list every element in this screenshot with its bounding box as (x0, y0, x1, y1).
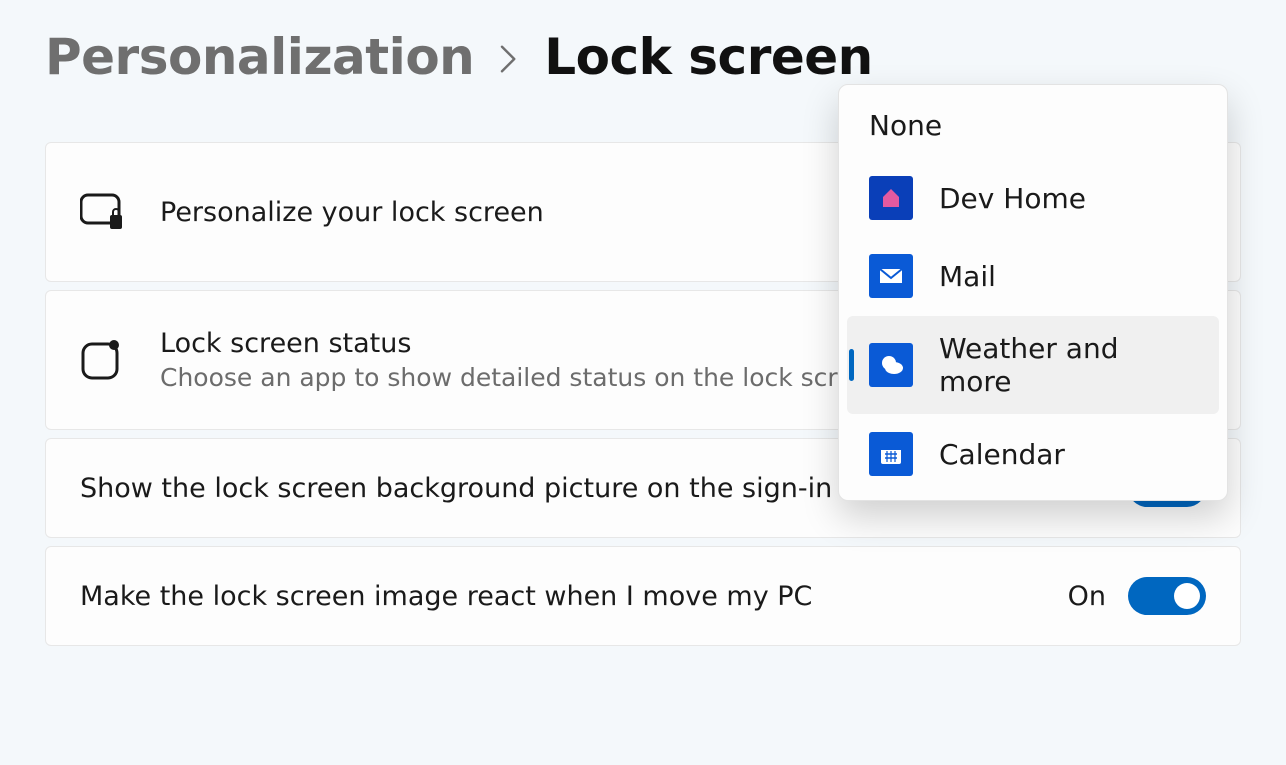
dropdown-option-mail[interactable]: Mail (847, 238, 1219, 314)
react-move-toggle[interactable] (1128, 577, 1206, 615)
dropdown-option-label: None (869, 109, 942, 142)
breadcrumb: Personalization Lock screen (45, 28, 1241, 86)
status-app-dropdown: None Dev Home Mail Weather and more Cale… (838, 84, 1228, 501)
chevron-right-icon (498, 38, 520, 82)
react-move-state: On (1068, 581, 1106, 612)
dropdown-option-label: Calendar (939, 438, 1065, 471)
lock-screen-preview-icon (80, 192, 124, 232)
status-widget-icon (80, 338, 124, 382)
dropdown-option-none[interactable]: None (847, 93, 1219, 158)
devhome-icon (869, 176, 913, 220)
mail-icon (869, 254, 913, 298)
dropdown-option-calendar[interactable]: Calendar (847, 416, 1219, 492)
react-move-label: Make the lock screen image react when I … (80, 581, 1032, 612)
dropdown-option-label: Dev Home (939, 182, 1086, 215)
calendar-icon (869, 432, 913, 476)
dropdown-option-label: Mail (939, 260, 996, 293)
dropdown-option-label: Weather and more (939, 332, 1197, 398)
dropdown-option-weather[interactable]: Weather and more (847, 316, 1219, 414)
react-move-row: Make the lock screen image react when I … (45, 546, 1241, 646)
dropdown-option-devhome[interactable]: Dev Home (847, 160, 1219, 236)
breadcrumb-parent[interactable]: Personalization (45, 28, 474, 86)
breadcrumb-current: Lock screen (544, 28, 872, 86)
weather-icon (869, 343, 913, 387)
